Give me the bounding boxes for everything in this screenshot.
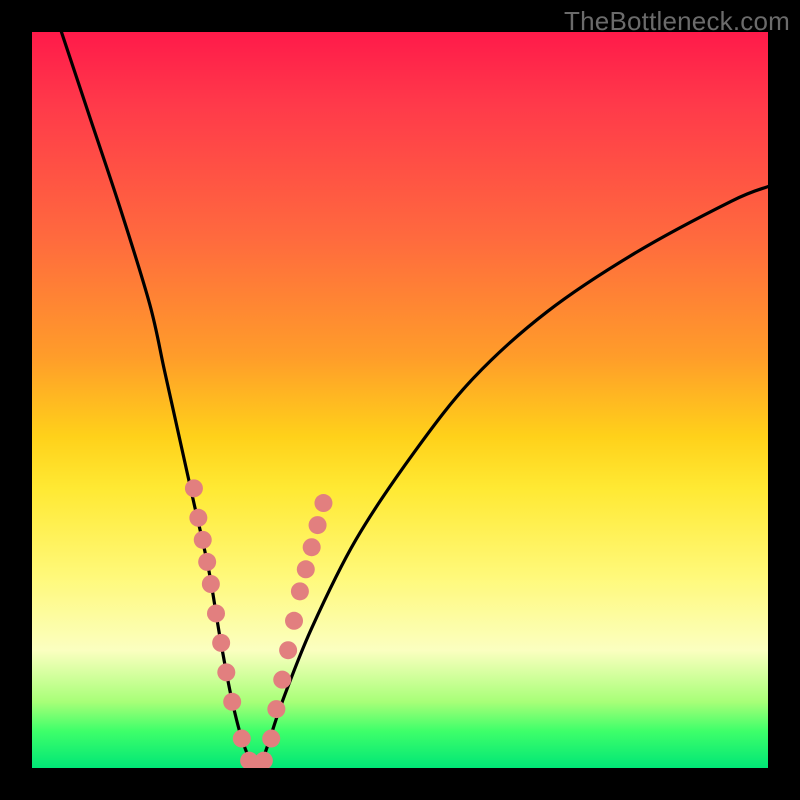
scatter-dot xyxy=(297,560,315,578)
scatter-dot xyxy=(189,509,207,527)
scatter-dot xyxy=(309,516,327,534)
bottleneck-curve xyxy=(61,32,768,767)
chart-svg xyxy=(32,32,768,768)
chart-frame: TheBottleneck.com xyxy=(0,0,800,800)
plot-area xyxy=(32,32,768,768)
scatter-dots xyxy=(185,479,333,768)
scatter-dot xyxy=(207,604,225,622)
scatter-dot xyxy=(233,730,251,748)
scatter-dot xyxy=(198,553,216,571)
scatter-dot xyxy=(279,641,297,659)
scatter-dot xyxy=(217,663,235,681)
scatter-dot xyxy=(223,693,241,711)
scatter-dot xyxy=(212,634,230,652)
scatter-dot xyxy=(303,538,321,556)
scatter-dot xyxy=(194,531,212,549)
scatter-dot xyxy=(314,494,332,512)
scatter-dot xyxy=(262,730,280,748)
scatter-dot xyxy=(291,582,309,600)
scatter-dot xyxy=(285,612,303,630)
scatter-dot xyxy=(273,671,291,689)
scatter-dot xyxy=(185,479,203,497)
scatter-dot xyxy=(255,752,273,768)
scatter-dot xyxy=(267,700,285,718)
scatter-dot xyxy=(202,575,220,593)
